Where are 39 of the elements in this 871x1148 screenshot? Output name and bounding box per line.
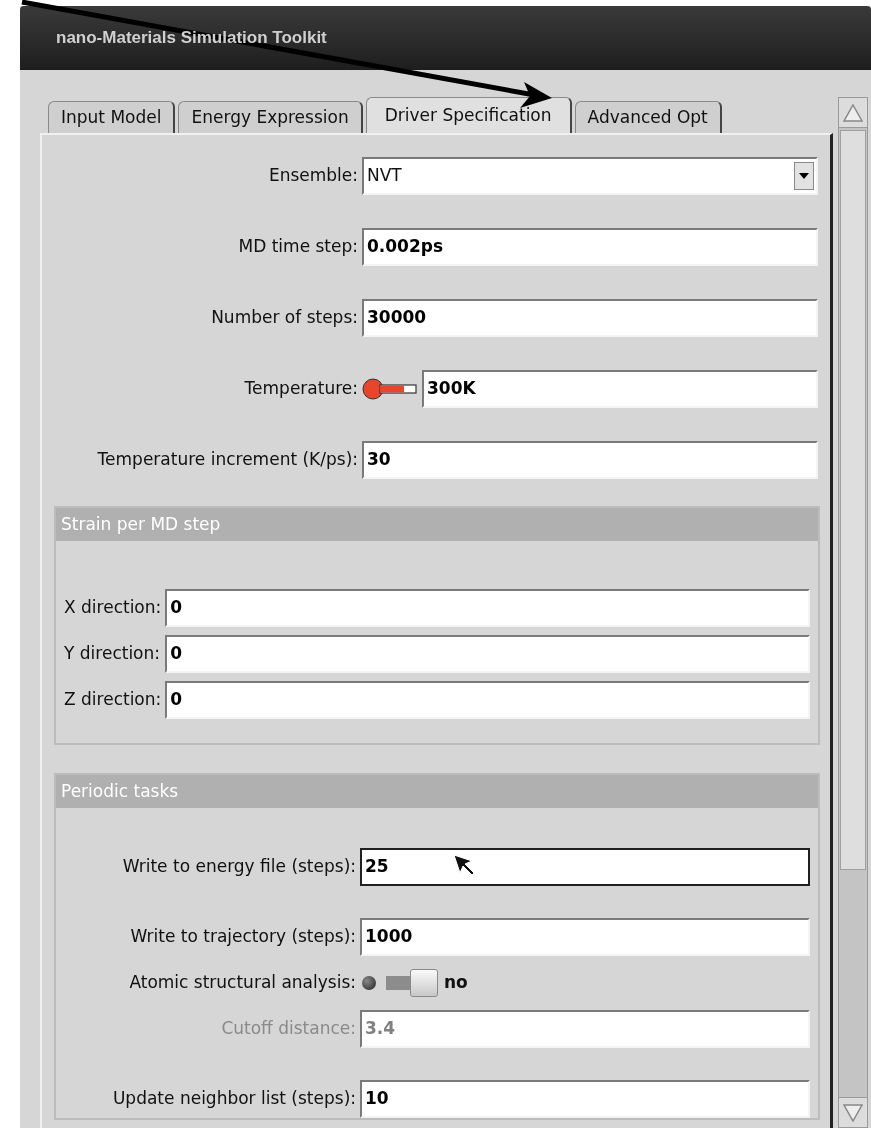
- tab[interactable]: Energy Expression: [178, 101, 363, 133]
- field-label: Cutoff distance:: [220, 1017, 356, 1041]
- field-label: Temperature:: [243, 377, 358, 401]
- input-field[interactable]: 1000: [360, 918, 810, 956]
- field-label: MD time step:: [237, 235, 358, 259]
- input-field[interactable]: 30: [362, 441, 818, 479]
- field-label: Update neighbor list (steps):: [111, 1087, 356, 1111]
- input-field[interactable]: 10: [360, 1080, 810, 1118]
- scrollbar[interactable]: [838, 97, 868, 1128]
- down-arrow-icon: [843, 1103, 863, 1122]
- field-label: Number of steps:: [210, 306, 358, 330]
- field-label: Y direction:: [64, 642, 161, 666]
- tab[interactable]: Advanced Opt: [574, 101, 722, 133]
- thermometer-icon: [362, 376, 418, 402]
- scroll-thumb[interactable]: [840, 130, 866, 870]
- input-field[interactable]: 25: [360, 848, 810, 886]
- scroll-up-button[interactable]: [839, 98, 867, 128]
- group-header: Strain per MD step: [56, 508, 818, 541]
- up-arrow-icon: [843, 103, 863, 122]
- input-field[interactable]: 0.002ps: [362, 228, 818, 266]
- tab[interactable]: Input Model: [48, 101, 176, 133]
- input-field[interactable]: 30000: [362, 299, 818, 337]
- tab[interactable]: Driver Specification: [365, 97, 572, 133]
- field-label: Temperature increment (K/ps):: [96, 448, 358, 472]
- input-field[interactable]: 300K: [422, 370, 818, 408]
- input-field[interactable]: 0: [165, 635, 810, 673]
- input-field[interactable]: 0: [165, 681, 810, 719]
- window-title: nano-Materials Simulation Toolkit: [56, 27, 327, 50]
- scroll-down-button[interactable]: [839, 1097, 867, 1127]
- field-label: Atomic structural analysis:: [128, 971, 356, 995]
- input-field[interactable]: 0: [165, 589, 810, 627]
- field-label: Z direction:: [64, 688, 162, 712]
- field-label: Ensemble:: [267, 164, 358, 188]
- field-label: Write to energy file (steps):: [121, 855, 356, 879]
- ensemble-dropdown[interactable]: NVT: [362, 157, 818, 195]
- toggle-value: no: [444, 971, 468, 995]
- field-label: Write to trajectory (steps):: [129, 925, 356, 949]
- group-header: Periodic tasks: [56, 775, 818, 808]
- field-label: X direction:: [64, 596, 162, 620]
